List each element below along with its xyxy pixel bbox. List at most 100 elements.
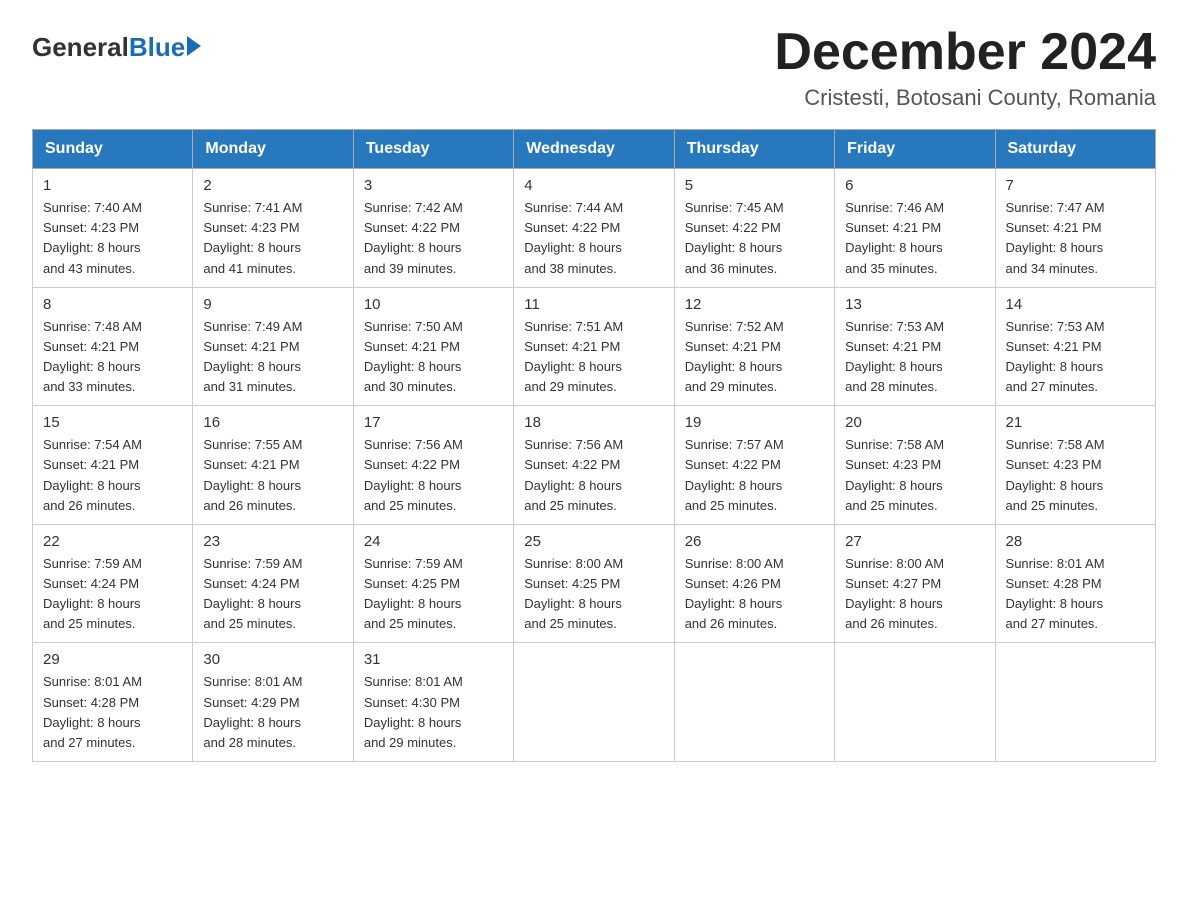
calendar-cell xyxy=(995,643,1155,762)
day-number: 11 xyxy=(524,296,663,313)
day-number: 10 xyxy=(364,296,503,313)
calendar-cell: 18 Sunrise: 7:56 AM Sunset: 4:22 PM Dayl… xyxy=(514,406,674,525)
day-info: Sunrise: 7:52 AM Sunset: 4:21 PM Dayligh… xyxy=(685,317,824,398)
calendar-cell: 5 Sunrise: 7:45 AM Sunset: 4:22 PM Dayli… xyxy=(674,169,834,288)
calendar-cell: 17 Sunrise: 7:56 AM Sunset: 4:22 PM Dayl… xyxy=(353,406,513,525)
day-number: 20 xyxy=(845,414,984,431)
day-info: Sunrise: 7:57 AM Sunset: 4:22 PM Dayligh… xyxy=(685,435,824,516)
calendar-cell: 14 Sunrise: 7:53 AM Sunset: 4:21 PM Dayl… xyxy=(995,287,1155,406)
day-info: Sunrise: 7:40 AM Sunset: 4:23 PM Dayligh… xyxy=(43,198,182,279)
day-number: 5 xyxy=(685,177,824,194)
logo-general-text: General xyxy=(32,32,129,63)
week-row-5: 29 Sunrise: 8:01 AM Sunset: 4:28 PM Dayl… xyxy=(33,643,1156,762)
day-info: Sunrise: 7:51 AM Sunset: 4:21 PM Dayligh… xyxy=(524,317,663,398)
day-number: 3 xyxy=(364,177,503,194)
day-info: Sunrise: 8:01 AM Sunset: 4:28 PM Dayligh… xyxy=(1006,554,1145,635)
day-info: Sunrise: 7:59 AM Sunset: 4:24 PM Dayligh… xyxy=(203,554,342,635)
day-number: 16 xyxy=(203,414,342,431)
day-number: 27 xyxy=(845,533,984,550)
calendar-cell: 15 Sunrise: 7:54 AM Sunset: 4:21 PM Dayl… xyxy=(33,406,193,525)
calendar-cell: 4 Sunrise: 7:44 AM Sunset: 4:22 PM Dayli… xyxy=(514,169,674,288)
day-number: 14 xyxy=(1006,296,1145,313)
calendar-cell: 8 Sunrise: 7:48 AM Sunset: 4:21 PM Dayli… xyxy=(33,287,193,406)
weekday-header-sunday: Sunday xyxy=(33,130,193,169)
calendar-cell: 25 Sunrise: 8:00 AM Sunset: 4:25 PM Dayl… xyxy=(514,524,674,643)
month-title: December 2024 xyxy=(774,24,1156,81)
calendar-cell: 20 Sunrise: 7:58 AM Sunset: 4:23 PM Dayl… xyxy=(835,406,995,525)
week-row-4: 22 Sunrise: 7:59 AM Sunset: 4:24 PM Dayl… xyxy=(33,524,1156,643)
day-info: Sunrise: 7:50 AM Sunset: 4:21 PM Dayligh… xyxy=(364,317,503,398)
calendar-cell: 16 Sunrise: 7:55 AM Sunset: 4:21 PM Dayl… xyxy=(193,406,353,525)
calendar-cell: 11 Sunrise: 7:51 AM Sunset: 4:21 PM Dayl… xyxy=(514,287,674,406)
day-number: 9 xyxy=(203,296,342,313)
calendar-cell: 31 Sunrise: 8:01 AM Sunset: 4:30 PM Dayl… xyxy=(353,643,513,762)
calendar-cell: 30 Sunrise: 8:01 AM Sunset: 4:29 PM Dayl… xyxy=(193,643,353,762)
calendar-cell: 29 Sunrise: 8:01 AM Sunset: 4:28 PM Dayl… xyxy=(33,643,193,762)
day-info: Sunrise: 7:48 AM Sunset: 4:21 PM Dayligh… xyxy=(43,317,182,398)
title-area: December 2024 Cristesti, Botosani County… xyxy=(774,24,1156,111)
day-number: 1 xyxy=(43,177,182,194)
day-info: Sunrise: 7:47 AM Sunset: 4:21 PM Dayligh… xyxy=(1006,198,1145,279)
day-info: Sunrise: 8:01 AM Sunset: 4:28 PM Dayligh… xyxy=(43,672,182,753)
logo-blue-text: Blue xyxy=(129,32,185,63)
day-info: Sunrise: 8:01 AM Sunset: 4:29 PM Dayligh… xyxy=(203,672,342,753)
weekday-header-row: SundayMondayTuesdayWednesdayThursdayFrid… xyxy=(33,130,1156,169)
day-info: Sunrise: 7:58 AM Sunset: 4:23 PM Dayligh… xyxy=(845,435,984,516)
day-info: Sunrise: 7:41 AM Sunset: 4:23 PM Dayligh… xyxy=(203,198,342,279)
day-number: 23 xyxy=(203,533,342,550)
calendar-cell xyxy=(835,643,995,762)
day-number: 28 xyxy=(1006,533,1145,550)
day-number: 29 xyxy=(43,651,182,668)
page-header: General Blue December 2024 Cristesti, Bo… xyxy=(32,24,1156,111)
location-subtitle: Cristesti, Botosani County, Romania xyxy=(774,85,1156,111)
day-number: 25 xyxy=(524,533,663,550)
week-row-3: 15 Sunrise: 7:54 AM Sunset: 4:21 PM Dayl… xyxy=(33,406,1156,525)
calendar-cell: 21 Sunrise: 7:58 AM Sunset: 4:23 PM Dayl… xyxy=(995,406,1155,525)
day-info: Sunrise: 7:53 AM Sunset: 4:21 PM Dayligh… xyxy=(845,317,984,398)
week-row-2: 8 Sunrise: 7:48 AM Sunset: 4:21 PM Dayli… xyxy=(33,287,1156,406)
day-number: 4 xyxy=(524,177,663,194)
calendar-cell: 12 Sunrise: 7:52 AM Sunset: 4:21 PM Dayl… xyxy=(674,287,834,406)
day-info: Sunrise: 7:54 AM Sunset: 4:21 PM Dayligh… xyxy=(43,435,182,516)
calendar-cell: 6 Sunrise: 7:46 AM Sunset: 4:21 PM Dayli… xyxy=(835,169,995,288)
calendar-cell xyxy=(674,643,834,762)
calendar-cell: 27 Sunrise: 8:00 AM Sunset: 4:27 PM Dayl… xyxy=(835,524,995,643)
day-number: 13 xyxy=(845,296,984,313)
calendar-cell: 7 Sunrise: 7:47 AM Sunset: 4:21 PM Dayli… xyxy=(995,169,1155,288)
day-number: 7 xyxy=(1006,177,1145,194)
day-info: Sunrise: 7:45 AM Sunset: 4:22 PM Dayligh… xyxy=(685,198,824,279)
weekday-header-friday: Friday xyxy=(835,130,995,169)
calendar-cell: 28 Sunrise: 8:01 AM Sunset: 4:28 PM Dayl… xyxy=(995,524,1155,643)
calendar-cell: 19 Sunrise: 7:57 AM Sunset: 4:22 PM Dayl… xyxy=(674,406,834,525)
day-number: 31 xyxy=(364,651,503,668)
day-number: 17 xyxy=(364,414,503,431)
calendar-cell: 2 Sunrise: 7:41 AM Sunset: 4:23 PM Dayli… xyxy=(193,169,353,288)
day-info: Sunrise: 7:44 AM Sunset: 4:22 PM Dayligh… xyxy=(524,198,663,279)
calendar-cell: 24 Sunrise: 7:59 AM Sunset: 4:25 PM Dayl… xyxy=(353,524,513,643)
day-info: Sunrise: 7:58 AM Sunset: 4:23 PM Dayligh… xyxy=(1006,435,1145,516)
day-info: Sunrise: 7:49 AM Sunset: 4:21 PM Dayligh… xyxy=(203,317,342,398)
calendar-cell: 3 Sunrise: 7:42 AM Sunset: 4:22 PM Dayli… xyxy=(353,169,513,288)
day-info: Sunrise: 7:59 AM Sunset: 4:25 PM Dayligh… xyxy=(364,554,503,635)
day-number: 18 xyxy=(524,414,663,431)
calendar-cell: 10 Sunrise: 7:50 AM Sunset: 4:21 PM Dayl… xyxy=(353,287,513,406)
weekday-header-monday: Monday xyxy=(193,130,353,169)
day-info: Sunrise: 7:56 AM Sunset: 4:22 PM Dayligh… xyxy=(364,435,503,516)
weekday-header-tuesday: Tuesday xyxy=(353,130,513,169)
day-info: Sunrise: 8:00 AM Sunset: 4:25 PM Dayligh… xyxy=(524,554,663,635)
day-number: 19 xyxy=(685,414,824,431)
day-info: Sunrise: 7:42 AM Sunset: 4:22 PM Dayligh… xyxy=(364,198,503,279)
day-info: Sunrise: 7:56 AM Sunset: 4:22 PM Dayligh… xyxy=(524,435,663,516)
day-number: 24 xyxy=(364,533,503,550)
day-info: Sunrise: 7:53 AM Sunset: 4:21 PM Dayligh… xyxy=(1006,317,1145,398)
day-info: Sunrise: 8:01 AM Sunset: 4:30 PM Dayligh… xyxy=(364,672,503,753)
weekday-header-thursday: Thursday xyxy=(674,130,834,169)
week-row-1: 1 Sunrise: 7:40 AM Sunset: 4:23 PM Dayli… xyxy=(33,169,1156,288)
weekday-header-saturday: Saturday xyxy=(995,130,1155,169)
calendar-cell xyxy=(514,643,674,762)
day-number: 2 xyxy=(203,177,342,194)
calendar-cell: 26 Sunrise: 8:00 AM Sunset: 4:26 PM Dayl… xyxy=(674,524,834,643)
calendar-cell: 9 Sunrise: 7:49 AM Sunset: 4:21 PM Dayli… xyxy=(193,287,353,406)
calendar-table: SundayMondayTuesdayWednesdayThursdayFrid… xyxy=(32,129,1156,762)
weekday-header-wednesday: Wednesday xyxy=(514,130,674,169)
